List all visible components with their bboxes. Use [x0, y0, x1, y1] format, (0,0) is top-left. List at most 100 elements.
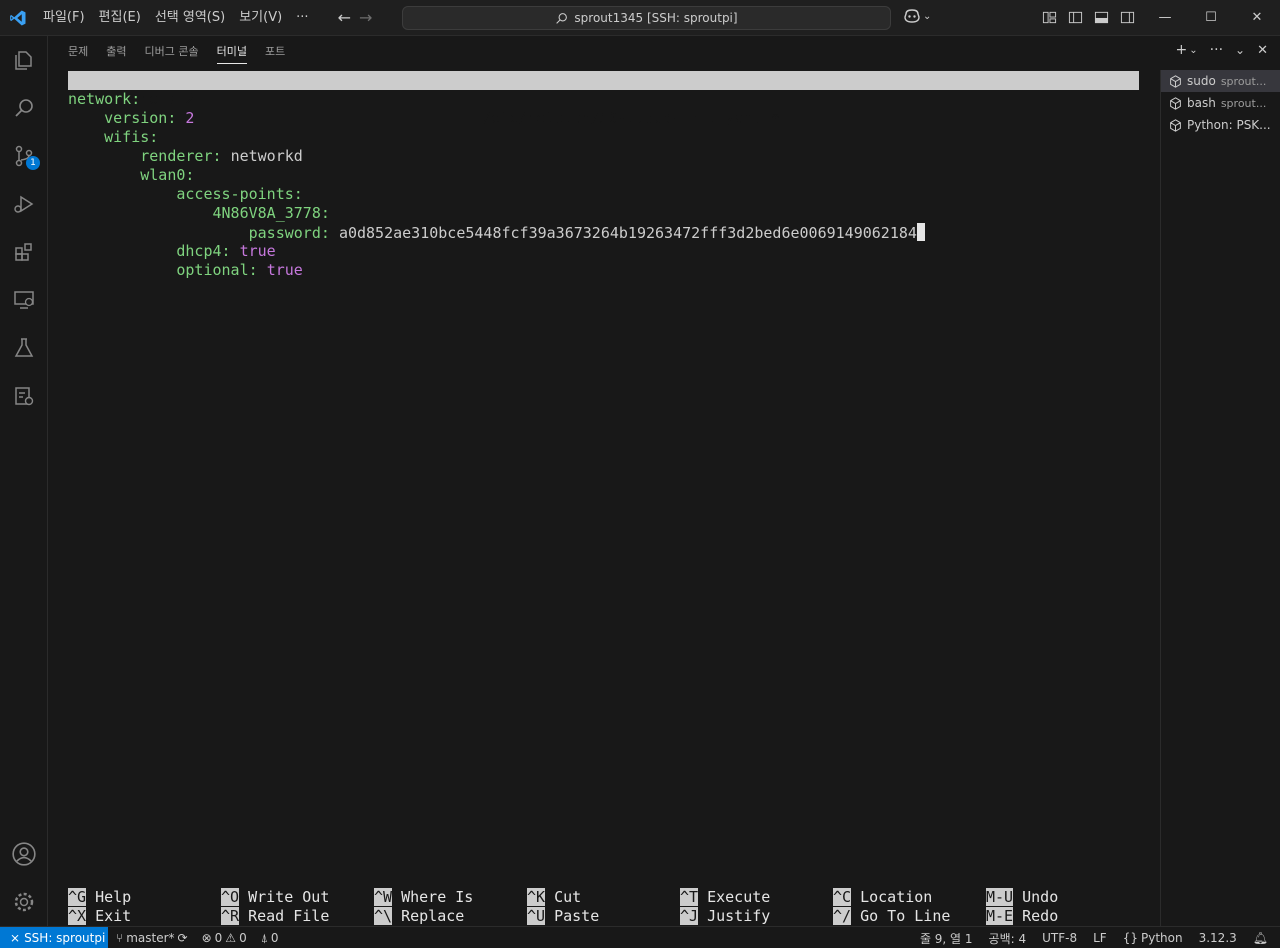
language-mode[interactable]: {} Python [1123, 931, 1183, 945]
search-icon [556, 12, 568, 24]
terminal-cube-icon [1170, 96, 1181, 110]
close-panel-icon[interactable]: ✕ [1257, 43, 1268, 58]
maximize-icon[interactable]: ☐ [1188, 0, 1234, 34]
python-version[interactable]: 3.12.3 [1199, 931, 1237, 945]
cursor-position[interactable]: 줄 9, 열 1 [920, 930, 973, 947]
nano-shortcuts: ^G Help ^O Write Out ^W Where Is ^K Cut ^T E… [68, 888, 1139, 926]
tab-problems[interactable]: 문제 [62, 36, 100, 70]
sync-icon: ⟳ [177, 931, 188, 945]
chevron-down-icon[interactable]: ⌄ [1189, 45, 1197, 56]
shortcut-key: ^R [221, 907, 240, 925]
terminal-item-python[interactable]: Python: PSK... [1161, 114, 1280, 136]
notifications-bell-icon[interactable]: 🔔︎ [1253, 931, 1268, 945]
extensions-icon[interactable] [0, 228, 48, 276]
account-icon[interactable] [0, 830, 48, 878]
yaml-indent [68, 166, 140, 184]
tab-output[interactable]: 출력 [100, 36, 138, 70]
shortcut-label: Location [860, 888, 933, 906]
shortcut-label: Where Is [401, 888, 474, 906]
warning-icon: ⚠ [225, 931, 237, 945]
encoding[interactable]: UTF-8 [1042, 931, 1077, 945]
explorer-icon[interactable] [0, 36, 48, 84]
tab-ports[interactable]: 포트 [259, 36, 297, 70]
settings-gear-icon[interactable] [0, 878, 48, 926]
source-control-icon[interactable]: 1 [0, 132, 48, 180]
problems-indicator[interactable]: ⊗ 0 ⚠ 0 [202, 931, 247, 945]
menu-edit[interactable]: 편집(E) [92, 5, 148, 31]
minimize-icon[interactable]: — [1142, 0, 1188, 34]
status-bar: ⨯ SSH: sproutpi ⑂ master* ⟳ ⊗ 0 ⚠ 0 ⍋ 0 … [0, 926, 1280, 948]
new-terminal-icon[interactable]: + [1176, 42, 1188, 58]
yaml-line: password: a0d852ae310bce5448fcf39a367326… [68, 223, 925, 242]
ports-indicator[interactable]: ⍋ 0 [261, 931, 279, 946]
nano-header: GNU nano 7.2 /etc/netplan/50-cloud-init.… [68, 71, 1139, 127]
end-of-line[interactable]: LF [1093, 931, 1107, 945]
shortcut-label: Cut [554, 888, 582, 906]
nano-filename: /etc/netplan/50-cloud-init.yaml * [482, 109, 781, 127]
search-icon[interactable] [0, 84, 48, 132]
yaml-line: wifis: [68, 128, 158, 147]
yaml-value: a0d852ae310bce5448fcf39a3673264b19263472… [338, 224, 917, 242]
title-bar: 파일(F) 편집(E) 선택 영역(S) 보기(V) ··· ← → sprou… [0, 0, 1280, 36]
yaml-line: renderer: networkd [68, 147, 303, 166]
run-debug-icon[interactable] [0, 180, 48, 228]
shortcut-label: Execute [707, 888, 771, 906]
shortcut-item: ^T Execute [680, 888, 770, 907]
yaml-key: wlan0 [140, 166, 186, 184]
shortcut-label: Help [95, 888, 132, 906]
yaml-separator: : [221, 242, 240, 260]
shortcut-key: M-U [986, 888, 1014, 906]
yaml-separator: : [320, 204, 330, 222]
menu-view[interactable]: 보기(V) [232, 5, 289, 31]
close-icon[interactable]: ✕ [1234, 0, 1280, 34]
terminal-item-bash[interactable]: bash sprout... [1161, 92, 1280, 114]
back-arrow-icon[interactable]: ← [338, 8, 351, 27]
activity-bar: 1 [0, 36, 48, 926]
customize-layout-icon[interactable] [1040, 8, 1058, 26]
toggle-panel-icon[interactable] [1092, 8, 1110, 26]
copilot-icon [904, 9, 920, 23]
shortcut-item: ^/ Go To Line [833, 907, 950, 926]
shortcut-item: ^K Cut [527, 888, 581, 907]
shortcut-key: ^U [527, 907, 546, 925]
indentation[interactable]: 공백: 4 [989, 930, 1027, 947]
menu-file[interactable]: 파일(F) [36, 5, 92, 31]
shortcut-item: ^W Where Is [374, 888, 473, 907]
yaml-indent [68, 204, 213, 222]
remote-icon: ⨯ [10, 931, 21, 945]
shortcut-label: Read File [248, 907, 330, 925]
terminal-view[interactable]: GNU nano 7.2 /etc/netplan/50-cloud-init.… [68, 71, 1139, 926]
yaml-line: wlan0: [68, 166, 194, 185]
yaml-key: optional [176, 261, 249, 279]
menu-selection[interactable]: 선택 영역(S) [148, 5, 232, 31]
shortcut-label: Redo [1022, 907, 1059, 925]
testing-flask-icon[interactable] [0, 324, 48, 372]
shortcut-item: ^C Location [833, 888, 932, 907]
yaml-key: renderer [140, 147, 213, 165]
yaml-key: wifis [104, 128, 150, 146]
shortcut-label: Justify [707, 907, 771, 925]
yaml-key: 4N86V8A_3778 [212, 204, 321, 222]
shortcut-item: ^J Justify [680, 907, 770, 926]
branch-indicator[interactable]: ⑂ master* ⟳ [116, 931, 188, 945]
more-actions-icon[interactable]: ··· [1210, 42, 1223, 58]
remote-indicator[interactable]: ⨯ SSH: sproutpi [0, 927, 108, 948]
tab-debug-console[interactable]: 디버그 콘솔 [139, 36, 211, 70]
ai-toolkit-icon[interactable] [0, 372, 48, 420]
command-center[interactable]: sprout1345 [SSH: sproutpi] [402, 6, 891, 30]
forward-arrow-icon[interactable]: → [359, 8, 372, 27]
toggle-secondary-sidebar-icon[interactable] [1118, 8, 1136, 26]
toggle-primary-sidebar-icon[interactable] [1066, 8, 1084, 26]
terminal-item-sudo[interactable]: sudo sprout... [1161, 70, 1280, 92]
maximize-panel-icon[interactable]: ⌄ [1235, 43, 1245, 57]
copilot-button[interactable]: ⌄ [903, 8, 931, 24]
shortcut-label: Write Out [248, 888, 330, 906]
broadcast-icon: ⍋ [260, 930, 268, 945]
yaml-line: 4N86V8A_3778: [68, 204, 330, 223]
yaml-indent [68, 147, 140, 165]
menu-more[interactable]: ··· [289, 5, 315, 31]
yaml-separator: : [167, 109, 186, 127]
remote-explorer-icon[interactable] [0, 276, 48, 324]
shortcut-label: Exit [95, 907, 132, 925]
tab-terminal[interactable]: 터미널 [211, 36, 259, 70]
